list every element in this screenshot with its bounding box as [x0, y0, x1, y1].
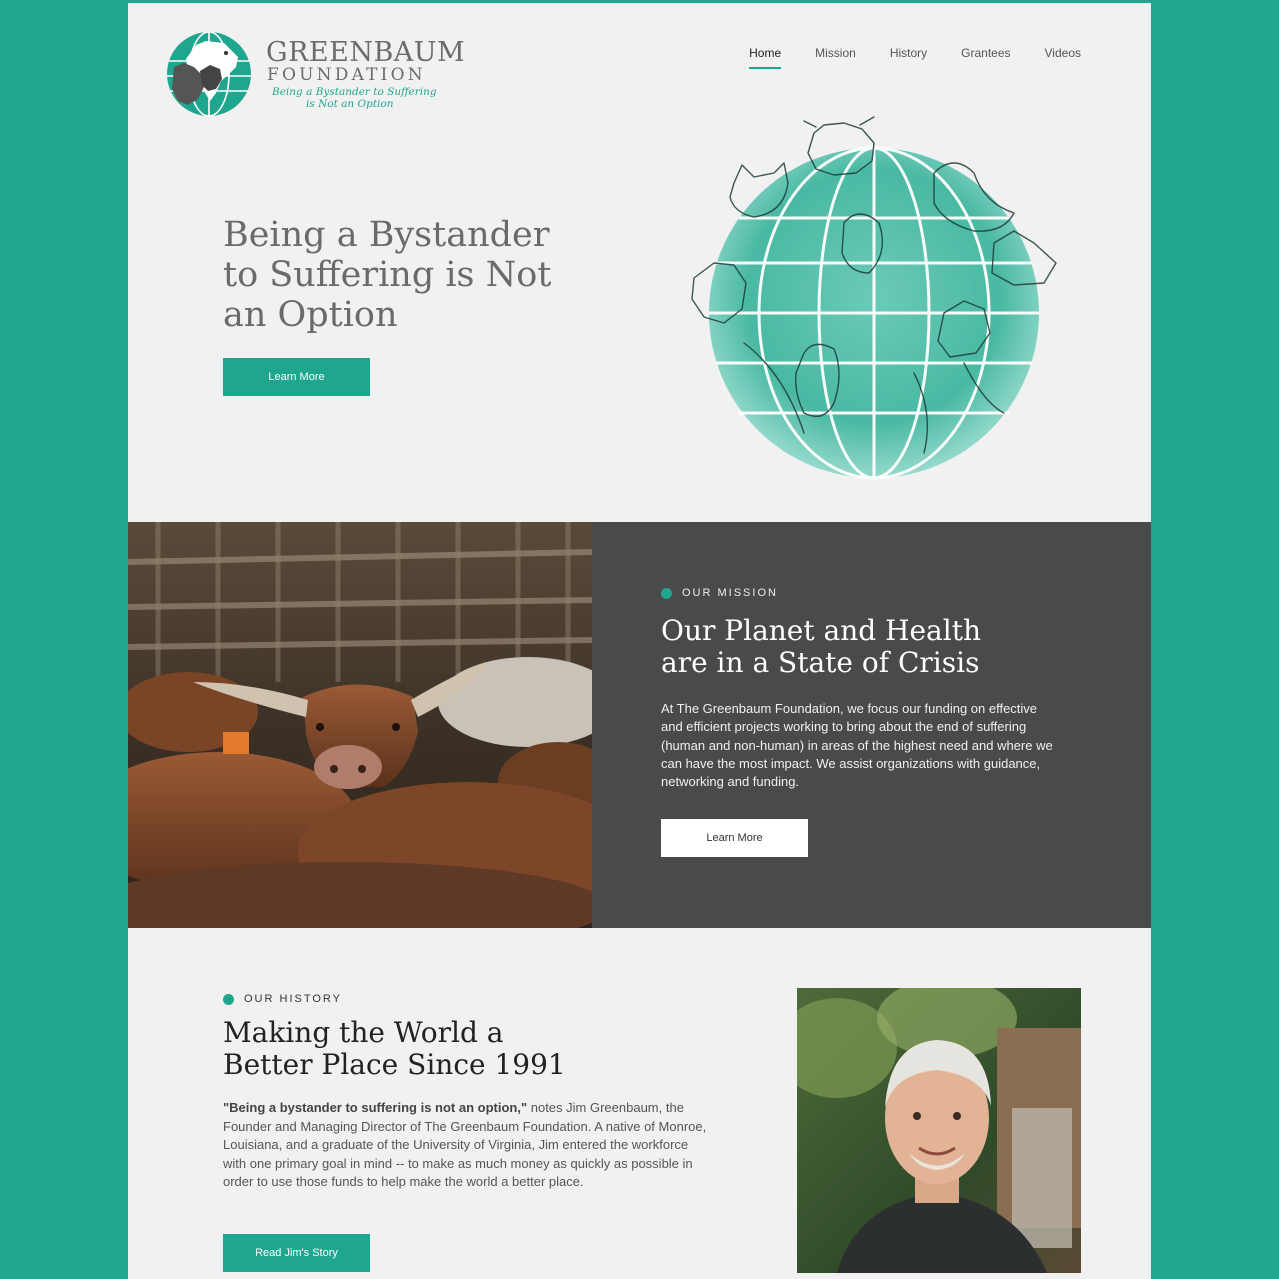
mission-eyebrow: OUR MISSION	[661, 587, 778, 599]
history-title-line2: Better Place Since 1991	[223, 1048, 566, 1081]
logo-tagline-line2: is Not an Option	[306, 98, 394, 110]
hero-learn-more-button[interactable]: Learn More	[223, 358, 370, 396]
hero-title: Being a Bystander to Suffering is Not an…	[223, 215, 552, 335]
history-title: Making the World a Better Place Since 19…	[223, 1017, 643, 1081]
nav-item-home[interactable]: Home	[749, 46, 782, 69]
globe-animals-illustration	[691, 116, 1057, 480]
history-eyebrow-label: OUR HISTORY	[244, 993, 342, 1005]
history-title-line1: Making the World a	[223, 1016, 504, 1049]
cattle-in-pen-photo	[128, 522, 592, 928]
site-logo[interactable]: GREENBAUM FOUNDATION Being a Bystander t…	[166, 31, 465, 121]
page: GREENBAUM FOUNDATION Being a Bystander t…	[128, 3, 1151, 1279]
nav-item-videos[interactable]: Videos	[1045, 46, 1081, 69]
mission-eyebrow-label: OUR MISSION	[682, 587, 778, 599]
nav-item-grantees[interactable]: Grantees	[961, 46, 1010, 69]
eyebrow-dot-icon	[223, 993, 234, 1005]
mission-panel: OUR MISSION Our Planet and Health are in…	[592, 522, 1151, 928]
mission-title: Our Planet and Health are in a State of …	[661, 615, 1081, 679]
main-nav: Home Mission History Grantees Videos	[749, 46, 1081, 69]
mission-title-line2: are in a State of Crisis	[661, 646, 980, 679]
portrait-photo	[797, 988, 1081, 1273]
mission-title-line1: Our Planet and Health	[661, 614, 981, 647]
nav-item-mission[interactable]: Mission	[815, 46, 856, 69]
jim-greenbaum-portrait	[797, 988, 1081, 1273]
nav-item-history[interactable]: History	[890, 46, 927, 69]
logo-subname: FOUNDATION	[267, 65, 426, 85]
logo-globe-icon	[167, 31, 251, 117]
mission-cattle-photo	[128, 522, 592, 928]
history-body-quote: "Being a bystander to suffering is not a…	[223, 1100, 528, 1115]
logo-name: GREENBAUM	[266, 37, 466, 68]
eyebrow-dot-icon	[661, 587, 672, 599]
history-eyebrow: OUR HISTORY	[223, 993, 342, 1005]
mission-body: At The Greenbaum Foundation, we focus ou…	[661, 701, 1053, 790]
read-jims-story-button[interactable]: Read Jim's Story	[223, 1234, 370, 1272]
mission-learn-more-button[interactable]: Learn More	[661, 819, 808, 857]
history-body: "Being a bystander to suffering is not a…	[223, 1099, 713, 1192]
logo-tagline-line1: Being a Bystander to Suffering	[272, 86, 437, 98]
